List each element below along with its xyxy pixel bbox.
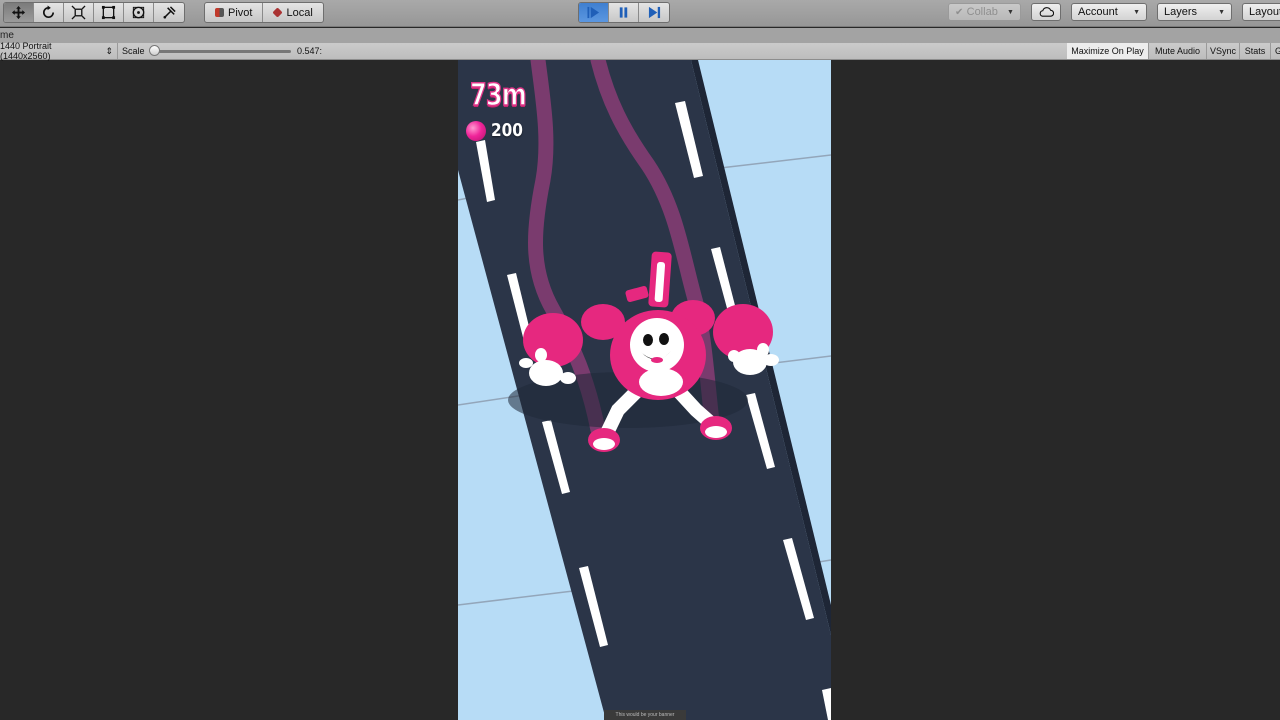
rotate-tool-button[interactable] <box>34 3 64 22</box>
scale-slider-track[interactable] <box>153 50 291 53</box>
transform-tool-icon <box>132 6 145 19</box>
layers-dropdown[interactable]: Layers ▼ <box>1157 3 1232 21</box>
resolution-dropdown[interactable]: 1440 Portrait (1440x2560) ⇕ <box>0 41 118 61</box>
main-toolbar: Pivot Local ✔ Collab ▼ Account ▼ Layers … <box>0 0 1280 27</box>
cloud-button[interactable] <box>1031 3 1061 21</box>
game-scene <box>458 60 831 720</box>
play-icon <box>587 6 600 19</box>
pivot-local-group: Pivot Local <box>204 2 324 23</box>
play-button[interactable] <box>579 3 609 22</box>
game-tab[interactable]: me <box>0 30 14 41</box>
mute-audio-toggle[interactable]: Mute Audio <box>1149 43 1207 59</box>
ad-banner[interactable]: This would be your banner <box>604 710 686 720</box>
transform-tools <box>3 2 185 23</box>
local-icon <box>272 7 284 18</box>
account-label: Account <box>1078 6 1118 18</box>
chevron-down-icon: ▼ <box>1133 8 1140 16</box>
gizmos-toggle[interactable]: G <box>1271 43 1280 59</box>
distance-counter: 73m <box>469 77 527 114</box>
transform-tool-button[interactable] <box>124 3 154 22</box>
step-icon <box>648 6 660 19</box>
game-screen[interactable]: 73m 200 This would be your banner <box>458 60 831 720</box>
game-tab-strip: me <box>0 28 1280 43</box>
maximize-on-play-toggle[interactable]: Maximize On Play <box>1067 43 1149 59</box>
scale-slider-thumb[interactable] <box>149 45 160 56</box>
layout-label: Layout <box>1249 6 1280 18</box>
custom-tool-button[interactable] <box>154 3 184 22</box>
updown-icon: ⇕ <box>105 45 113 56</box>
game-view-toolbar: 1440 Portrait (1440x2560) ⇕ Scale 0.547:… <box>0 41 1280 61</box>
gem-count: 200 <box>491 120 523 141</box>
rect-tool-button[interactable] <box>94 3 124 22</box>
local-label: Local <box>286 6 313 19</box>
local-toggle[interactable]: Local <box>263 3 322 22</box>
scale-label: Scale <box>122 46 145 56</box>
scale-value: 0.547: <box>297 46 323 56</box>
pivot-toggle[interactable]: Pivot <box>205 3 264 22</box>
custom-tool-icon <box>163 6 176 19</box>
chevron-down-icon: ▼ <box>1007 8 1014 16</box>
move-tool-button[interactable] <box>4 3 34 22</box>
pause-button[interactable] <box>609 3 639 22</box>
pivot-icon <box>215 8 224 17</box>
scale-icon <box>71 5 86 20</box>
cloud-icon <box>1039 7 1054 17</box>
collab-dropdown[interactable]: ✔ Collab ▼ <box>948 3 1021 21</box>
chevron-down-icon: ▼ <box>1218 8 1225 16</box>
gem-icon <box>466 120 486 141</box>
resolution-label: 1440 Portrait (1440x2560) <box>0 41 52 61</box>
vsync-toggle[interactable]: VSync <box>1207 43 1240 59</box>
collab-label: Collab <box>966 6 998 18</box>
account-dropdown[interactable]: Account ▼ <box>1071 3 1147 21</box>
pause-icon <box>619 7 628 18</box>
rotate-icon <box>43 5 55 18</box>
move-icon <box>11 5 26 20</box>
stats-toggle[interactable]: Stats <box>1240 43 1271 59</box>
rect-tool-icon <box>101 5 116 20</box>
layout-dropdown[interactable]: Layout <box>1242 3 1280 21</box>
pivot-label: Pivot <box>228 6 253 19</box>
collab-check-icon: ✔ <box>955 6 964 18</box>
layers-label: Layers <box>1164 6 1198 18</box>
gem-counter: 200 <box>466 120 529 141</box>
playback-controls <box>578 2 670 23</box>
step-button[interactable] <box>639 3 669 22</box>
scale-tool-button[interactable] <box>64 3 94 22</box>
